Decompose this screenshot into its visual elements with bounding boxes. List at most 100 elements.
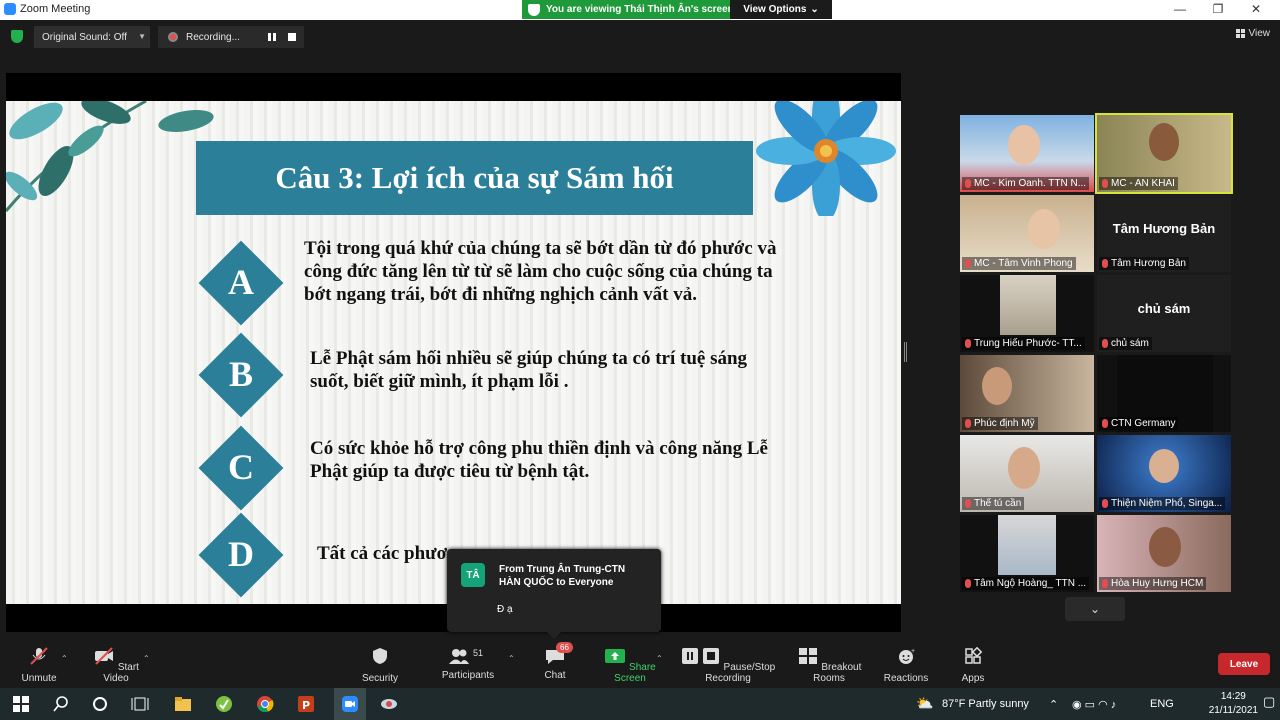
muted-mic-icon: [1102, 339, 1108, 348]
clock[interactable]: 14:29 21/11/2021: [1209, 690, 1258, 718]
answer-a-text: Tội trong quá khứ của chúng ta sẽ bớt dầ…: [304, 238, 777, 305]
unmute-label: Unmute: [21, 673, 57, 684]
maximize-icon[interactable]: ❐: [1208, 2, 1228, 16]
chrome-icon[interactable]: [256, 695, 274, 713]
participant-video: [1149, 449, 1179, 483]
minimize-icon[interactable]: —: [1170, 2, 1190, 16]
search-icon[interactable]: [52, 695, 70, 713]
participant-name: Hòa Huy Hưng HCM: [1099, 577, 1207, 590]
task-view-icon[interactable]: [131, 695, 149, 713]
participant-name: Trung Hiếu Phước- TT...: [962, 337, 1085, 350]
pause-stop-recording-button[interactable]: Pause/Stop Recording: [676, 647, 780, 684]
participant-tile[interactable]: Thế tú cần: [960, 435, 1094, 512]
share-banner-text: You are viewing Thái Thịnh Ân's screen: [546, 4, 734, 15]
participant-video: [1149, 527, 1181, 567]
participant-tile[interactable]: CTN Germany: [1097, 355, 1231, 432]
chat-button[interactable]: 66 Chat: [538, 642, 573, 681]
language-indicator[interactable]: ENG: [1150, 698, 1174, 710]
splitter-handle[interactable]: [904, 342, 907, 362]
network-app-icon[interactable]: [380, 695, 398, 713]
apps-button[interactable]: Apps: [956, 646, 990, 684]
gallery-scroll-down-button[interactable]: ⌄: [1065, 597, 1125, 621]
file-explorer-icon[interactable]: [174, 695, 192, 713]
original-sound-toggle[interactable]: Original Sound: Off ▼: [34, 26, 150, 48]
microphone-muted-icon: [30, 647, 48, 665]
share-screen-icon: [605, 649, 626, 663]
view-options-label: View Options: [743, 4, 807, 15]
share-options-caret-icon[interactable]: ⌃: [656, 654, 663, 663]
avatar: TÂ: [461, 563, 485, 587]
security-label: Security: [361, 673, 399, 684]
cortana-icon[interactable]: [91, 695, 109, 713]
answer-a-letter: A: [228, 262, 254, 302]
popup-pointer: [546, 624, 562, 640]
reactions-button[interactable]: + Reactions: [882, 647, 930, 684]
weather-text[interactable]: 87°F Partly sunny: [942, 698, 1029, 710]
caret-down-icon[interactable]: ▼: [138, 32, 146, 41]
muted-mic-icon: [965, 339, 971, 348]
view-label: View: [1248, 28, 1271, 39]
participant-name: Thiện Niệm Phổ, Singa...: [1099, 497, 1226, 510]
muted-mic-icon: [965, 259, 971, 268]
participant-name: MC - Kim Oanh. TTN N...: [962, 177, 1090, 190]
answer-c-text: Có sức khỏe hỗ trợ công phu thiền định v…: [310, 438, 768, 482]
participant-tile[interactable]: Thiện Niệm Phổ, Singa...: [1097, 435, 1231, 512]
participant-tile[interactable]: Phúc định Mỹ: [960, 355, 1094, 432]
share-screen-button[interactable]: Share Screen: [598, 647, 662, 684]
chevron-down-icon: ⌄: [810, 4, 819, 15]
share-screen-label: Share Screen: [614, 662, 656, 684]
participants-button[interactable]: 51 Participants: [438, 647, 498, 681]
stop-recording-icon[interactable]: [288, 33, 296, 41]
powerpoint-icon[interactable]: P: [297, 695, 315, 713]
unmute-button[interactable]: Unmute: [18, 647, 60, 684]
participant-video: [1028, 209, 1060, 249]
windows-start-icon[interactable]: [12, 695, 30, 713]
notifications-icon[interactable]: ▢: [1263, 694, 1275, 710]
flower-decoration: [756, 101, 896, 216]
participant-count: 51: [473, 648, 484, 658]
breakout-rooms-icon: [798, 648, 817, 664]
participant-tile[interactable]: Hòa Huy Hưng HCM: [1097, 515, 1231, 592]
apps-icon: [965, 646, 983, 664]
participants-caret-icon[interactable]: ⌃: [508, 654, 515, 663]
participant-tile[interactable]: MC - Tâm Vinh Phong: [960, 195, 1094, 272]
zoom-taskbar-active[interactable]: [334, 688, 366, 720]
close-icon[interactable]: ✕: [1246, 2, 1266, 16]
participant-tile[interactable]: Tâm Hương Bản Tâm Hương Bản: [1097, 195, 1231, 272]
participants-icon: 51: [448, 647, 488, 665]
green-app-icon[interactable]: [215, 695, 233, 713]
chat-notification[interactable]: TÂ From Trung Ân Trung-CTN HÀN QUỐC to E…: [447, 549, 661, 640]
participant-tile[interactable]: Trung Hiếu Phước- TT...: [960, 275, 1094, 352]
muted-mic-icon: [1102, 179, 1108, 188]
muted-mic-icon: [1102, 259, 1108, 268]
start-video-button[interactable]: Start Video: [88, 647, 144, 684]
leave-button[interactable]: Leave: [1218, 653, 1270, 675]
participant-name: chủ sám: [1099, 337, 1152, 350]
system-tray-icons[interactable]: ◉ ▭ ◠ ♪: [1072, 698, 1116, 711]
security-shield-icon: [373, 648, 387, 664]
participant-tile[interactable]: MC - AN KHAI: [1095, 113, 1233, 194]
svg-text:P: P: [302, 699, 310, 712]
view-options-button[interactable]: View Options ⌄: [730, 0, 832, 19]
encryption-shield-icon[interactable]: [11, 30, 23, 43]
muted-mic-icon: [965, 419, 971, 428]
muted-mic-icon: [965, 499, 971, 508]
participant-tile[interactable]: chủ sám chủ sám: [1097, 275, 1231, 352]
pause-recording-icon[interactable]: [268, 33, 276, 41]
participant-tile[interactable]: Tâm Ngộ Hoàng_ TTN ...: [960, 515, 1094, 592]
audio-options-caret-icon[interactable]: ⌃: [61, 654, 68, 663]
participant-name: CTN Germany: [1099, 417, 1179, 430]
participant-video: [1008, 125, 1040, 165]
view-button[interactable]: View: [1235, 28, 1271, 39]
participant-name: Tâm Ngộ Hoàng_ TTN ...: [962, 577, 1090, 590]
answer-c-letter: C: [228, 447, 254, 487]
tray-chevron-icon[interactable]: ⌃: [1049, 698, 1058, 711]
video-options-caret-icon[interactable]: ⌃: [143, 654, 150, 663]
participant-name: Phúc định Mỹ: [962, 417, 1038, 430]
meeting-toolbar: Unmute ⌃ Start Video ⌃ Security 51 Parti…: [0, 640, 1280, 686]
participant-tile[interactable]: MC - Kim Oanh. TTN N...: [960, 115, 1094, 192]
participant-video: [1149, 123, 1179, 161]
breakout-rooms-button[interactable]: Breakout Rooms: [790, 647, 868, 684]
security-button[interactable]: Security: [358, 647, 402, 684]
shield-icon: [528, 3, 540, 16]
